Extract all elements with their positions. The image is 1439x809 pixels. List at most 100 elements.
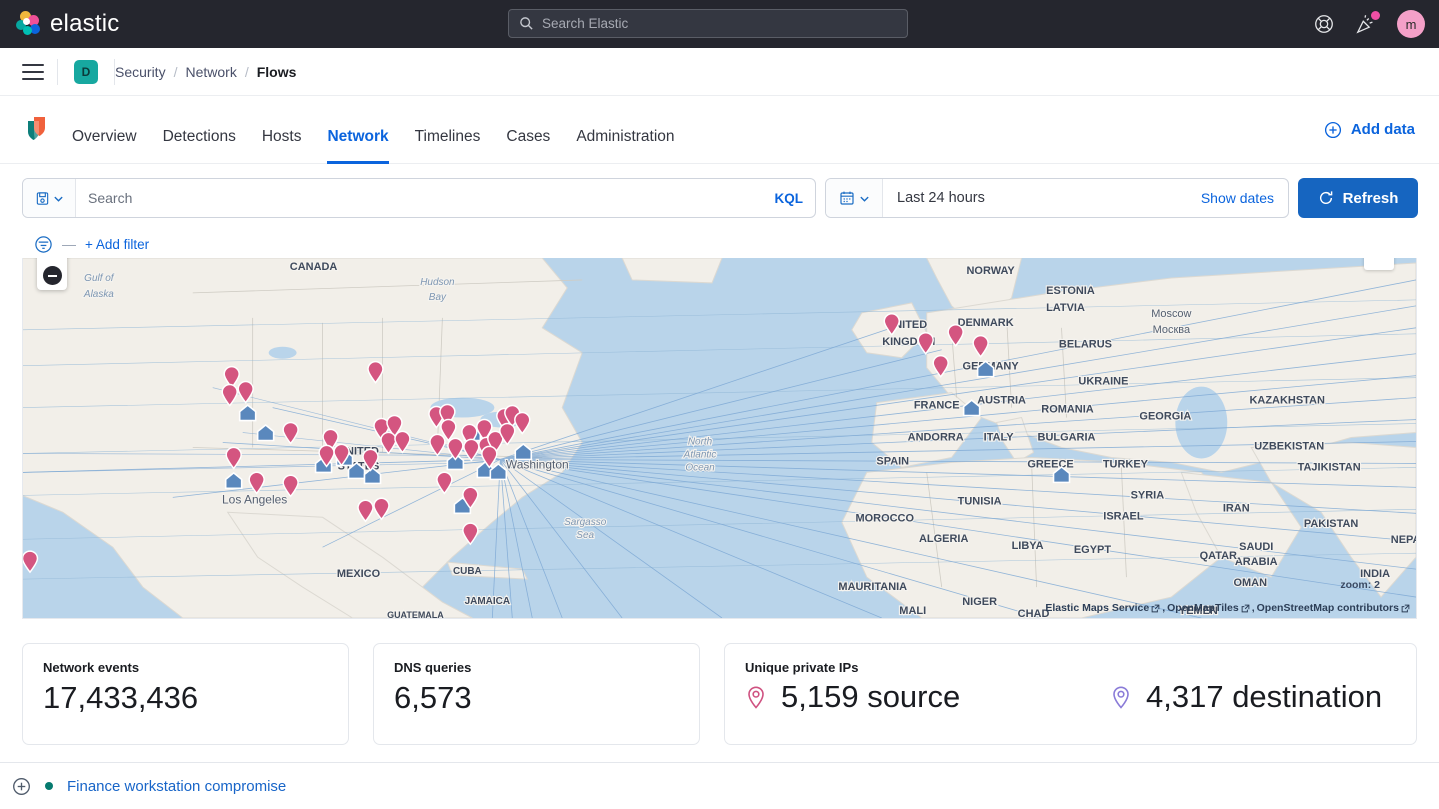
map-source-pin[interactable] [464,439,479,460]
map-label: SAUDI [1239,541,1273,553]
map-top-right-control[interactable] [1364,258,1394,270]
tab-timelines[interactable]: Timelines [415,128,481,164]
kpi-value: 17,433,436 [43,679,328,718]
timeline-bottom-bar: Finance workstation compromise [0,762,1439,809]
map-source-pin[interactable] [358,500,373,521]
map-label: ALGERIA [919,533,968,545]
map-source-pin[interactable] [430,434,445,455]
unique-ip-stats: 5,159 source 4,317 destination [745,679,1396,715]
tab-hosts[interactable]: Hosts [262,128,302,164]
kpi-title: DNS queries [394,660,679,675]
map-source-pin[interactable] [448,438,463,459]
unique-ip-source-value: 5,159 source [781,679,960,715]
map-destination-marker[interactable] [515,444,531,459]
map-source-pin[interactable] [933,356,948,377]
show-dates-button[interactable]: Show dates [1201,179,1288,217]
map-zoom-out-button[interactable] [37,258,67,290]
map-label: ESTONIA [1046,285,1095,297]
elastic-brand[interactable]: elastic [0,10,119,38]
map-destination-marker[interactable] [490,464,506,479]
breadcrumb-separator: / [174,64,178,80]
map-source-pin[interactable] [368,362,383,383]
notification-dot [1371,11,1380,20]
map-label: ROMANIA [1041,404,1094,416]
map-label: NEPAL [1391,534,1416,546]
map-label: CANADA [290,261,338,273]
map-source-pin[interactable] [973,336,988,357]
map-source-pin[interactable] [395,431,410,452]
add-filter-button[interactable]: + Add filter [85,237,149,252]
map-source-pin[interactable] [222,385,237,406]
map-label: JAMAICA [465,596,510,607]
search-input[interactable]: Search [76,179,775,217]
search-icon [519,16,534,31]
map-label: BULGARIA [1038,431,1096,443]
global-search-input[interactable]: Search Elastic [508,9,908,38]
tab-detections[interactable]: Detections [163,128,236,164]
breadcrumb-item-network[interactable]: Network [185,64,236,80]
map-label: UZBEKISTAN [1254,440,1324,452]
kpi-value: 6,573 [394,679,679,718]
map-source-pin[interactable] [884,314,899,335]
map-destination-marker[interactable] [240,405,256,420]
map-label: ARABIA [1235,556,1278,568]
map-label: GUATEMALA [387,610,444,618]
date-range-value[interactable]: Last 24 hours [883,179,1201,217]
map-label: AUSTRIA [977,395,1026,407]
unique-ip-source: 5,159 source [745,679,1110,715]
global-chrome-bar: elastic Search Elastic m [0,0,1439,48]
tab-network[interactable]: Network [327,128,388,164]
refresh-icon [1318,190,1334,206]
map-source-pin[interactable] [515,412,530,433]
map-source-pin[interactable] [23,551,37,572]
saved-query-button[interactable] [23,179,76,217]
map-label: NORWAY [967,265,1016,277]
tab-overview[interactable]: Overview [72,128,137,164]
map-source-pin[interactable] [437,472,452,493]
space-badge[interactable]: D [74,60,98,84]
external-link-icon [1401,604,1410,613]
global-search-placeholder: Search Elastic [542,16,628,31]
tab-cases[interactable]: Cases [506,128,550,164]
plus-in-circle-icon[interactable] [12,777,31,796]
help-lifebuoy-icon[interactable] [1313,13,1335,35]
filter-icon[interactable] [34,235,53,254]
kpi-row: Network events 17,433,436 DNS queries 6,… [0,619,1439,745]
attribution-openstreetmap[interactable]: OpenStreetMap contributors [1257,602,1399,614]
map-source-pin[interactable] [374,498,389,519]
map-label: Hudson [420,277,455,288]
map-source-pin[interactable] [948,325,963,346]
security-app-nav: Overview Detections Hosts Network Timeli… [0,96,1439,164]
add-data-label: Add data [1351,121,1415,138]
plus-in-circle-icon [1324,121,1342,139]
map-label: UKRAINE [1078,376,1128,388]
timeline-toggle[interactable] [12,777,31,796]
breadcrumb-item-security[interactable]: Security [115,64,166,80]
map-destination-marker[interactable] [258,425,274,440]
timeline-title[interactable]: Finance workstation compromise [67,778,286,795]
tab-administration[interactable]: Administration [576,128,674,164]
attribution-elastic-maps-service[interactable]: Elastic Maps Service [1045,602,1149,614]
map-source-pin[interactable] [918,333,933,354]
elastic-security-shield-icon [22,115,50,145]
map-destination-marker[interactable] [226,473,242,488]
map-source-pin[interactable] [283,422,298,443]
map-source-pin[interactable] [249,472,264,493]
date-quick-select-button[interactable] [826,179,883,217]
hamburger-menu-icon[interactable] [22,64,44,80]
query-language-button[interactable]: KQL [775,179,816,217]
query-bar-area: Search KQL Last 24 ho [0,164,1439,258]
network-map[interactable]: CANADAGulf ofAlaskaHudsonBayUNITEDSTATES… [22,258,1417,619]
map-source-pin[interactable] [463,523,478,544]
map-label: Gulf of [84,273,115,284]
map-source-pin[interactable] [238,382,253,403]
date-picker-group: Last 24 hours Show dates [825,178,1289,218]
map-source-pin[interactable] [226,447,241,468]
attribution-openmaptiles[interactable]: OpenMapTiles [1167,602,1239,614]
avatar[interactable]: m [1397,10,1425,38]
party-popper-icon[interactable] [1355,13,1377,35]
map-source-pin[interactable] [381,432,396,453]
chevron-down-icon [859,193,870,204]
add-data-button[interactable]: Add data [1324,121,1415,139]
refresh-button[interactable]: Refresh [1298,178,1418,218]
